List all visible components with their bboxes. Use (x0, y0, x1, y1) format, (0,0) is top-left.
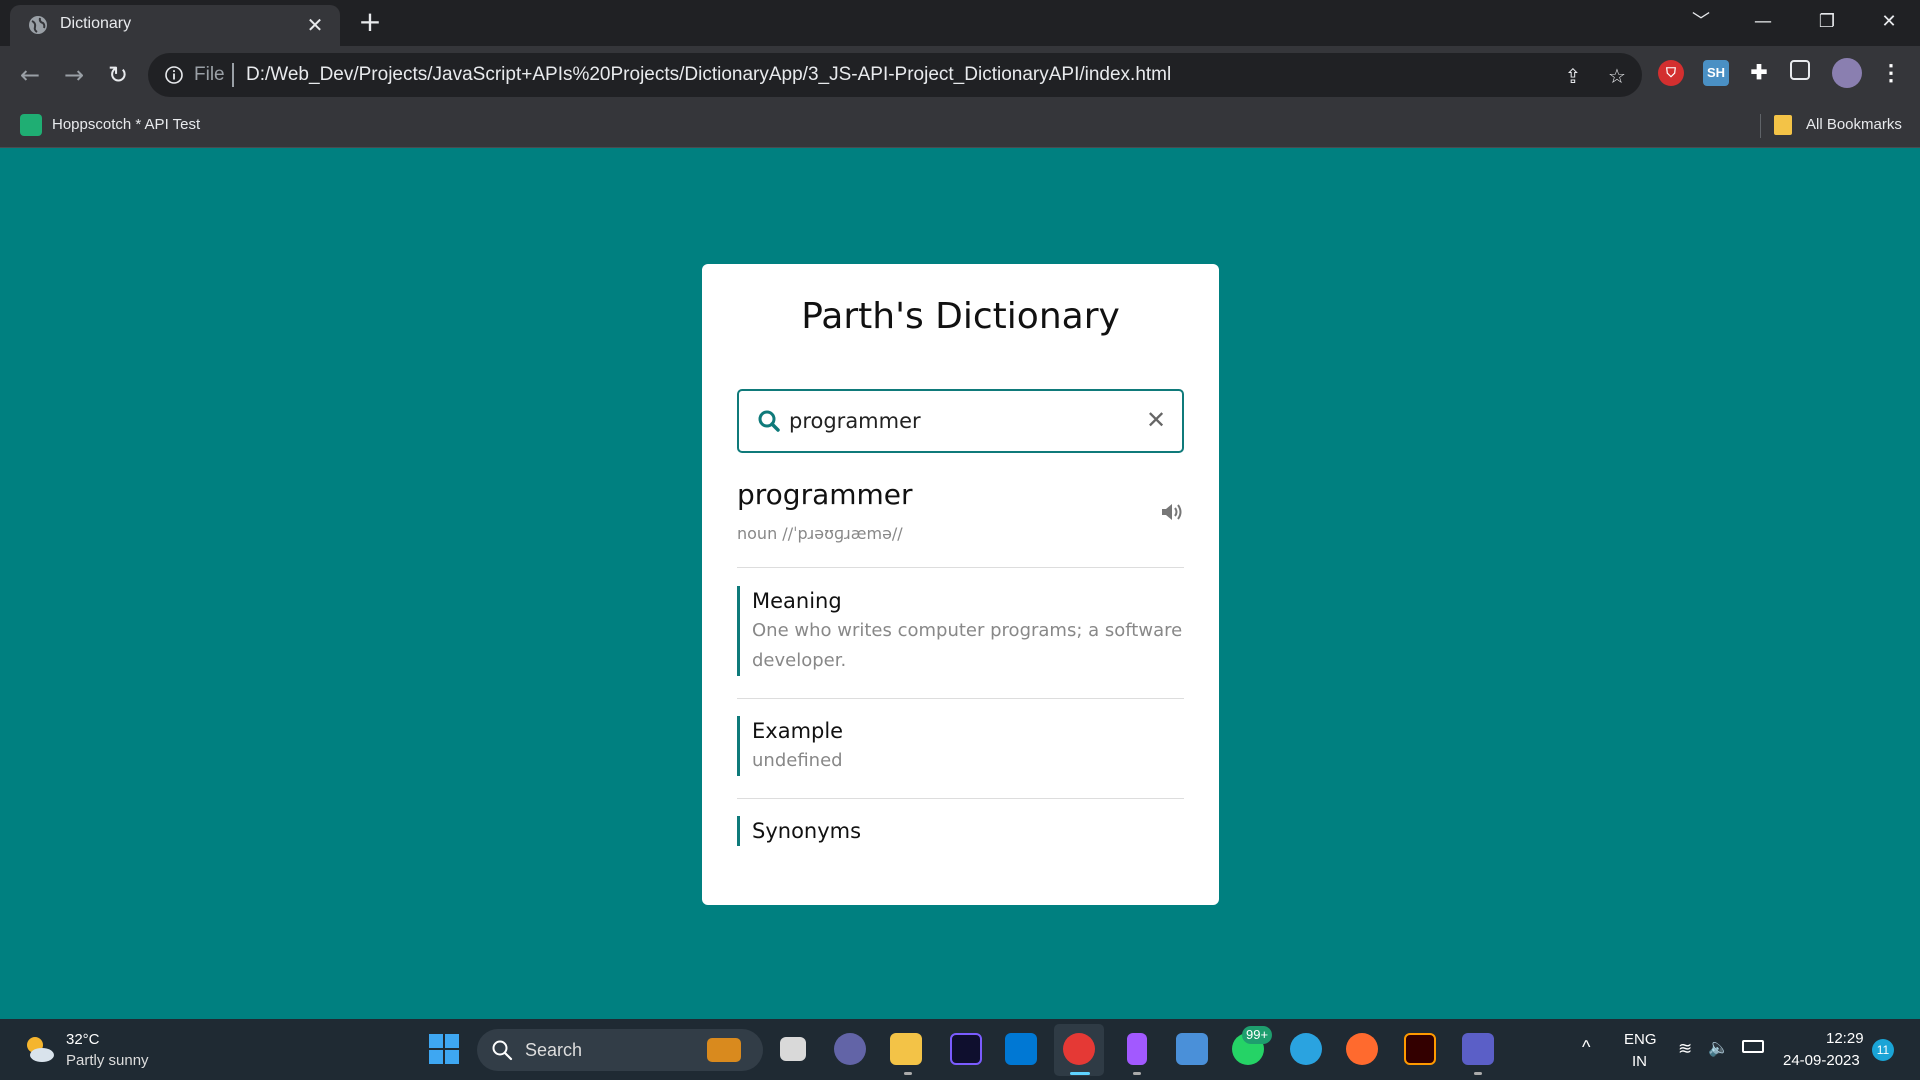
extension-shield-icon[interactable]: ⛉ (1658, 60, 1684, 86)
search-input[interactable]: programmer (789, 409, 921, 433)
task-view-icon[interactable] (780, 1037, 806, 1061)
tab-title: Dictionary (60, 15, 132, 32)
intellij-icon[interactable] (950, 1033, 982, 1065)
folder-icon (1774, 115, 1792, 135)
briefcase-icon (707, 1038, 741, 1062)
language-label[interactable]: ENG (1624, 1031, 1657, 1048)
file-explorer-icon[interactable] (890, 1033, 922, 1065)
chrome-icon[interactable] (1063, 1033, 1095, 1065)
side-panel-icon[interactable] (1790, 60, 1810, 80)
browser-menu-icon[interactable]: ⋮ (1878, 60, 1904, 86)
hoppscotch-favicon-icon (20, 114, 42, 136)
result-word: programmer (737, 478, 913, 511)
tab-close-icon[interactable]: ✕ (304, 14, 326, 36)
browser-toolbar: ← → ↻ File D:/Web_Dev/Projects/JavaScrip… (0, 46, 1920, 104)
search-icon (758, 410, 780, 432)
page-title: Parth's Dictionary (801, 296, 1120, 337)
running-indicator (1474, 1072, 1482, 1075)
address-separator (232, 63, 234, 87)
info-icon[interactable] (164, 65, 184, 85)
address-scheme: File (194, 64, 225, 85)
example-heading: Example (752, 719, 844, 743)
synonyms-section: Synonyms (737, 816, 1184, 846)
vscode-icon[interactable] (1005, 1033, 1037, 1065)
all-bookmarks-button[interactable]: All Bookmarks (1806, 116, 1902, 133)
divider (737, 698, 1184, 699)
wifi-icon[interactable]: ≋ (1678, 1039, 1692, 1059)
clock-date[interactable]: 24-09-2023 (1783, 1052, 1860, 1069)
window-close-button[interactable]: ✕ (1874, 8, 1904, 36)
new-tab-button[interactable]: + (356, 8, 384, 37)
weather-temperature[interactable]: 32°C (66, 1031, 100, 1048)
divider (737, 798, 1184, 799)
address-bar[interactable]: File D:/Web_Dev/Projects/JavaScript+APIs… (148, 53, 1642, 97)
restore-button[interactable]: ❐ (1812, 8, 1842, 36)
teams-icon[interactable] (1462, 1033, 1494, 1065)
running-indicator (904, 1072, 912, 1075)
part-of-speech-phonetic: noun //ˈpɹəʊɡɹæmə// (737, 524, 903, 543)
telegram-icon[interactable] (1290, 1033, 1322, 1065)
browser-tab-strip: Dictionary ✕ + ﹀ — ❐ ✕ (0, 0, 1920, 46)
speaker-icon[interactable] (1160, 501, 1184, 523)
browser-tab-dictionary[interactable]: Dictionary ✕ (10, 5, 340, 46)
running-indicator (1133, 1072, 1141, 1075)
chat-icon[interactable] (834, 1033, 866, 1065)
meaning-section: Meaning One who writes computer programs… (737, 586, 1184, 676)
partly-sunny-icon[interactable] (22, 1033, 56, 1065)
windows-start-icon[interactable] (428, 1033, 460, 1065)
forward-button[interactable]: → (60, 61, 88, 89)
example-section: Example undefined (737, 716, 1184, 776)
region-label[interactable]: IN (1632, 1053, 1647, 1070)
reload-button[interactable]: ↻ (104, 61, 132, 89)
taskbar-search[interactable]: Search (477, 1029, 763, 1071)
globe-icon (29, 16, 47, 34)
share-icon[interactable]: ⇪ (1562, 65, 1584, 87)
illustrator-icon[interactable] (1404, 1033, 1436, 1065)
active-indicator (1070, 1072, 1090, 1075)
meaning-text: One who writes computer programs; a soft… (752, 620, 1183, 671)
dictionary-card: Parth's Dictionary programmer ✕ programm… (702, 264, 1219, 905)
address-url[interactable]: D:/Web_Dev/Projects/JavaScript+APIs%20Pr… (246, 64, 1171, 86)
bookmark-star-icon[interactable]: ☆ (1606, 65, 1628, 87)
bookmarks-divider (1760, 114, 1761, 138)
figma-icon[interactable] (1127, 1033, 1147, 1065)
postman-icon[interactable] (1346, 1033, 1378, 1065)
notification-count-badge[interactable]: 11 (1872, 1039, 1894, 1061)
search-box[interactable]: programmer ✕ (737, 389, 1184, 453)
bookmark-hoppscotch[interactable]: Hoppscotch * API Test (52, 116, 200, 133)
clock-time[interactable]: 12:29 (1826, 1030, 1864, 1047)
tray-chevron-up-icon[interactable]: ^ (1582, 1037, 1590, 1058)
extensions-puzzle-icon[interactable]: ✚ (1746, 60, 1772, 86)
tab-search-chevron-icon[interactable]: ﹀ (1686, 8, 1716, 36)
app-document-icon[interactable] (1176, 1033, 1208, 1065)
minimize-button[interactable]: — (1748, 8, 1778, 36)
close-icon[interactable]: ✕ (1144, 407, 1168, 433)
battery-icon[interactable] (1742, 1040, 1764, 1053)
profile-avatar[interactable] (1832, 58, 1862, 88)
example-text: undefined (752, 750, 843, 771)
whatsapp-badge: 99+ (1242, 1026, 1273, 1044)
back-button[interactable]: ← (16, 61, 44, 89)
divider (737, 567, 1184, 568)
weather-condition[interactable]: Partly sunny (66, 1052, 149, 1069)
bookmarks-bar: Hoppscotch * API Test All Bookmarks (0, 104, 1920, 148)
taskbar-search-label: Search (525, 1040, 583, 1060)
volume-icon[interactable]: 🔈 (1708, 1038, 1729, 1058)
extension-sh-button[interactable]: SH (1703, 60, 1729, 86)
meaning-heading: Meaning (752, 589, 842, 613)
search-icon (492, 1040, 513, 1061)
windows-taskbar: 32°C Partly sunny Search 99+ ^ ENG IN ≋ … (0, 1019, 1920, 1080)
synonyms-heading: Synonyms (752, 819, 862, 843)
